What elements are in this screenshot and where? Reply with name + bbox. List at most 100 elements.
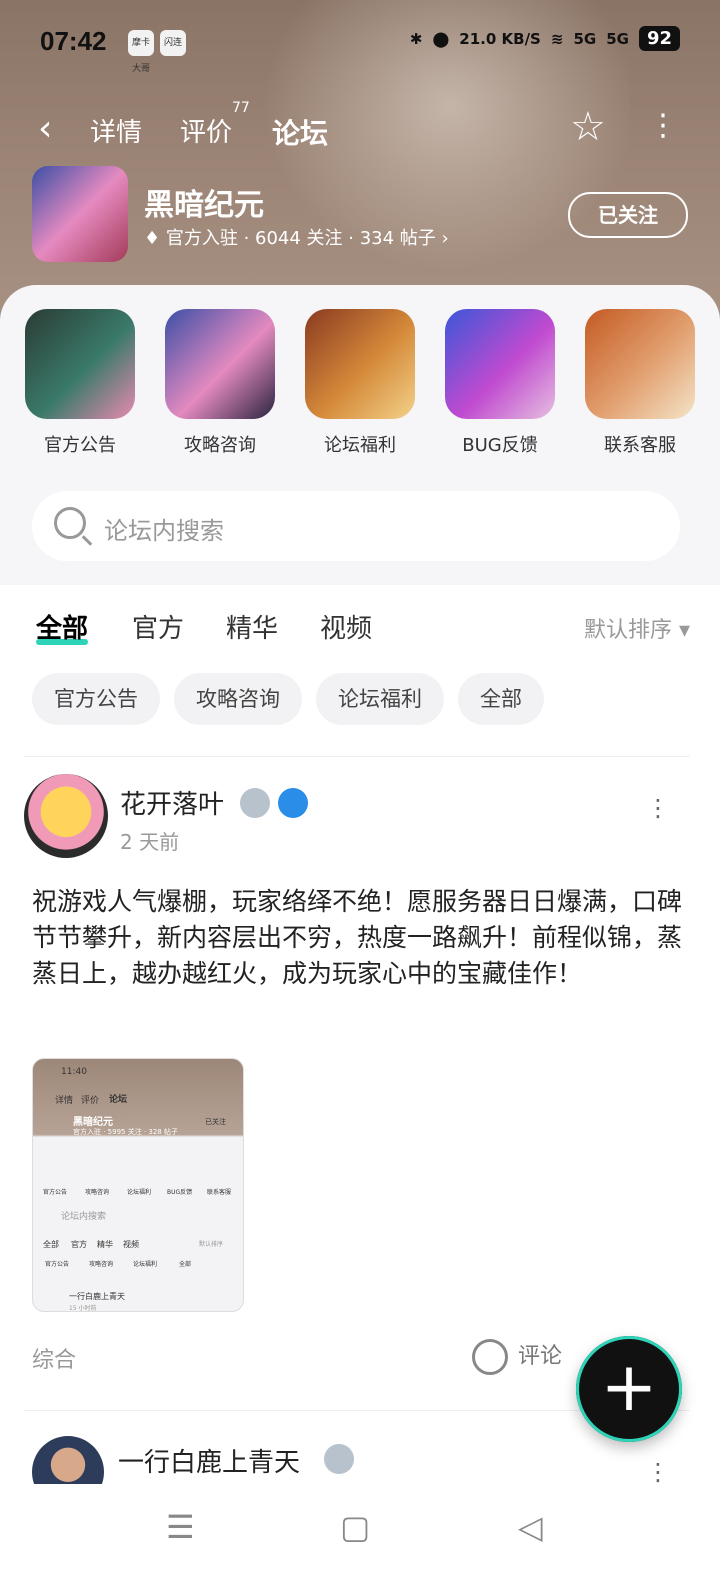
filter-tab-video[interactable]: 视频 xyxy=(320,608,372,645)
divider xyxy=(24,756,690,757)
thumb-chip: 全部 xyxy=(179,1261,192,1268)
chip-announcements[interactable]: 官方公告 xyxy=(32,673,160,725)
category-announcements[interactable]: 官方公告 xyxy=(24,309,136,457)
signal-icon: 5G xyxy=(573,29,597,48)
category-image xyxy=(305,309,415,419)
signal-icon: 5G xyxy=(606,29,629,48)
thumb-filter-tab: 精华 xyxy=(97,1240,113,1249)
thumb-filter-tab: 视频 xyxy=(123,1240,139,1249)
chevron-right-icon: › xyxy=(435,228,449,249)
search-input[interactable]: 论坛内搜索 xyxy=(32,491,680,561)
thumb-tab: 评价 xyxy=(81,1096,100,1106)
system-nav-bar: ☰ ▢ ◁ xyxy=(0,1484,720,1584)
thumb-tab: 详情 xyxy=(55,1096,74,1106)
status-app-icon: 闪连 xyxy=(160,30,186,56)
post-author[interactable]: 一行白鹿上青天 xyxy=(118,1442,300,1479)
chip-all[interactable]: 全部 xyxy=(458,673,544,725)
status-bar: 07:42 摩卡大哥 闪连 ✱ ⬤ 21.0 KB/S ≋ 5G 5G 92 xyxy=(40,22,680,74)
post-category-label: 综合 xyxy=(32,1348,77,1373)
favorite-star-icon[interactable]: ☆ xyxy=(570,104,606,150)
sort-dropdown[interactable]: 默认排序 ▾ xyxy=(584,612,690,644)
thumb-chip: 攻略咨询 xyxy=(89,1261,114,1268)
post-author[interactable]: 花开落叶 xyxy=(120,784,224,821)
back-icon[interactable]: ‹ xyxy=(38,108,52,149)
comment-label: 评论 xyxy=(518,1344,563,1369)
category-guides[interactable]: 攻略咨询 xyxy=(164,309,276,457)
thumb-chip: 论坛福利 xyxy=(133,1261,158,1268)
thumb-cat: 论坛福利 xyxy=(127,1189,152,1196)
game-icon xyxy=(32,166,128,262)
post-body[interactable]: 祝游戏人气爆棚，玩家络绎不绝！愿服务器日日爆满，口碑节节攀升，新内容层出不穷，热… xyxy=(32,884,682,992)
filter-tab-official[interactable]: 官方 xyxy=(132,608,184,645)
menu-icon[interactable]: ☰ xyxy=(166,1508,195,1546)
comment-icon xyxy=(472,1339,508,1375)
game-meta-text: 官方入驻 · 6044 关注 · 334 帖子 xyxy=(165,228,436,249)
chip-guides[interactable]: 攻略咨询 xyxy=(174,673,302,725)
level-badge-icon xyxy=(324,1444,354,1474)
follow-button[interactable]: 已关注 xyxy=(568,192,688,238)
bluetooth-icon: ✱ xyxy=(409,29,423,48)
category-image xyxy=(585,309,695,419)
filter-tab-all[interactable]: 全部 xyxy=(36,608,89,645)
chip-benefits[interactable]: 论坛福利 xyxy=(316,673,444,725)
battery-indicator: 92 xyxy=(638,26,680,51)
more-menu-icon[interactable]: ⋮ xyxy=(648,108,678,143)
category-label: BUG反馈 xyxy=(462,435,538,456)
level-badge-icon xyxy=(240,788,270,818)
post-image[interactable]: 11:40 详情 评价 论坛 黑暗纪元 已关注 官方入驻 · 5995 关注 ·… xyxy=(32,1058,244,1312)
wifi-icon: ≋ xyxy=(550,29,564,48)
top-nav: ‹ 详情 评价 77 论坛 ☆ ⋮ xyxy=(0,100,720,158)
category-label: 联系客服 xyxy=(604,435,676,456)
search-placeholder: 论坛内搜索 xyxy=(104,517,224,545)
thumb-cat: 联系客服 xyxy=(207,1189,232,1196)
category-label: 官方公告 xyxy=(44,435,116,456)
category-label: 论坛福利 xyxy=(324,435,396,456)
thumb-game-name: 黑暗纪元 xyxy=(73,1117,113,1128)
comment-button[interactable]: 评论 xyxy=(472,1338,562,1375)
post-more-icon[interactable]: ⋮ xyxy=(646,796,670,820)
thumb-filter-tab: 官方 xyxy=(71,1240,87,1249)
category-bug-report[interactable]: BUG反馈 xyxy=(444,309,556,457)
game-name: 黑暗纪元 xyxy=(144,188,264,223)
game-meta[interactable]: ♦ 官方入驻 · 6044 关注 · 334 帖子 › xyxy=(144,224,449,250)
create-post-button[interactable]: + xyxy=(576,1336,682,1442)
thumb-sort: 默认排序 xyxy=(199,1241,224,1248)
game-info: 黑暗纪元 ♦ 官方入驻 · 6044 关注 · 334 帖子 › 已关注 xyxy=(32,166,688,262)
tab-reviews[interactable]: 评价 xyxy=(180,112,232,149)
thumb-meta: 官方入驻 · 5995 关注 · 328 帖子 xyxy=(73,1128,178,1136)
category-support[interactable]: 联系客服 xyxy=(584,309,696,457)
plus-icon: + xyxy=(600,1348,658,1427)
location-icon: ⬤ xyxy=(432,29,450,48)
filter-tab-featured[interactable]: 精华 xyxy=(226,608,278,645)
thumb-follow: 已关注 xyxy=(205,1118,226,1126)
post-header: 花开落叶 2 天前 ⋮ xyxy=(24,774,690,860)
tab-forum[interactable]: 论坛 xyxy=(269,112,331,158)
net-speed: 21.0 KB/S xyxy=(459,29,541,48)
tab-details[interactable]: 详情 xyxy=(90,112,142,149)
thumb-tab: 论坛 xyxy=(109,1095,128,1105)
status-right-group: ✱ ⬤ 21.0 KB/S ≋ 5G 5G 92 xyxy=(410,26,680,51)
post-header: 一行白鹿上青天 ⋮ xyxy=(32,1436,690,1508)
thumb-post-time: 15 小时前 xyxy=(69,1305,97,1312)
diamond-icon: ♦ xyxy=(144,228,166,249)
category-image xyxy=(445,309,555,419)
category-image xyxy=(165,309,275,419)
thumb-cat: 攻略咨询 xyxy=(85,1189,110,1196)
back-nav-icon[interactable]: ◁ xyxy=(518,1508,543,1546)
thumb-cat: BUG反馈 xyxy=(167,1189,193,1196)
category-image xyxy=(25,309,135,419)
thumb-chip: 官方公告 xyxy=(45,1261,70,1268)
category-benefits[interactable]: 论坛福利 xyxy=(304,309,416,457)
chip-row: 官方公告 攻略咨询 论坛福利 全部 xyxy=(32,673,544,725)
sort-label: 默认排序 xyxy=(583,618,672,643)
avatar[interactable] xyxy=(24,774,108,858)
caret-down-icon: ▾ xyxy=(671,618,690,643)
search-icon xyxy=(54,507,86,539)
category-label: 攻略咨询 xyxy=(184,435,256,456)
category-list: 官方公告 攻略咨询 论坛福利 BUG反馈 联系客服 xyxy=(24,309,696,457)
filter-tabs: 全部 官方 精华 视频 默认排序 ▾ xyxy=(36,608,690,648)
reviews-count-badge: 77 xyxy=(232,100,250,116)
post-more-icon[interactable]: ⋮ xyxy=(646,1460,670,1484)
home-icon[interactable]: ▢ xyxy=(340,1508,370,1546)
thumb-search: 论坛内搜索 xyxy=(61,1212,107,1222)
